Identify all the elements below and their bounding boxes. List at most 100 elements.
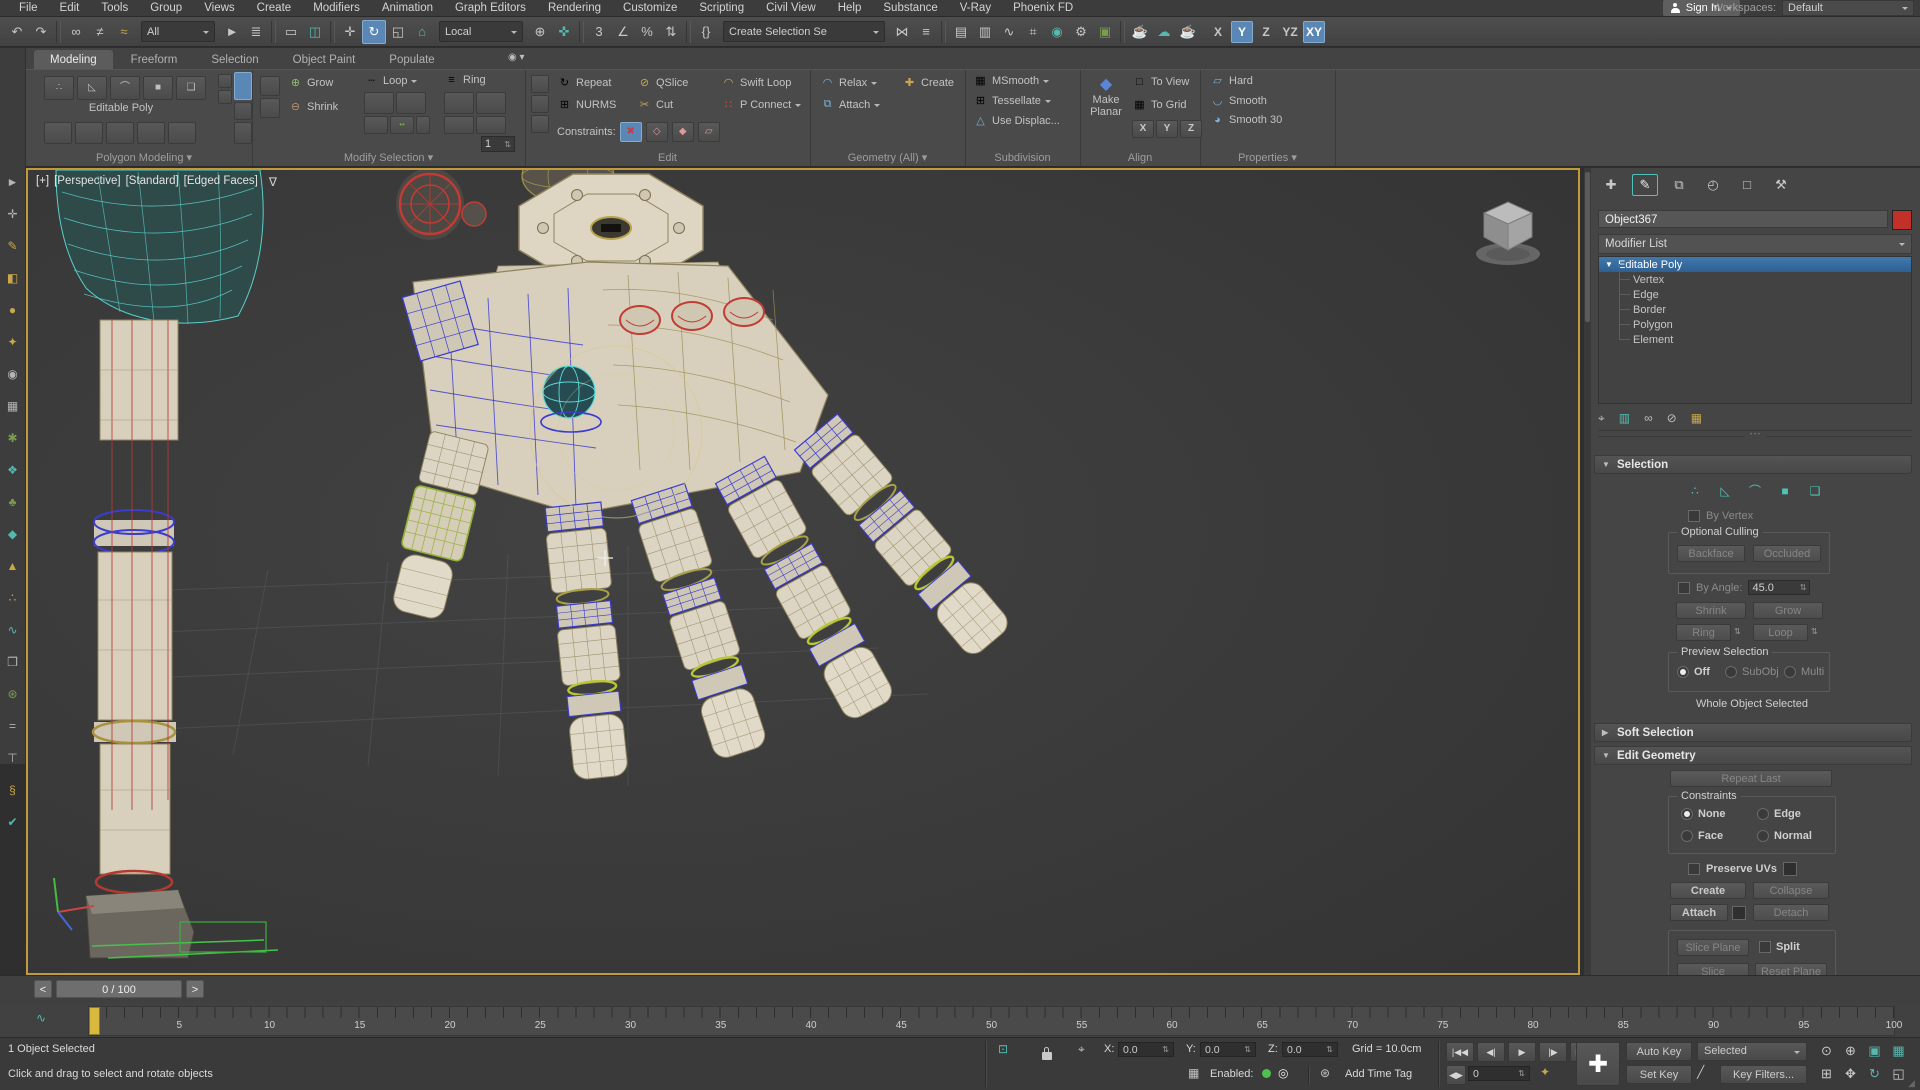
menu-item-customize[interactable]: Customize xyxy=(612,1,688,15)
show-end-result-icon[interactable]: ▥ xyxy=(1619,411,1630,425)
motion-tab-icon[interactable]: ◴ xyxy=(1700,174,1726,196)
panel-label[interactable]: Geometry (All) ▾ xyxy=(810,151,965,164)
star-tool-icon[interactable]: ✱ xyxy=(3,428,23,448)
pan-icon[interactable]: ✥ xyxy=(1839,1064,1862,1083)
smooth-button[interactable]: ◡ Smooth xyxy=(1210,94,1267,107)
select-by-name-icon[interactable]: ≣ xyxy=(244,20,268,44)
zoom-icon[interactable]: ⊙ xyxy=(1815,1041,1838,1060)
droplet-tool-icon[interactable]: ◆ xyxy=(3,524,23,544)
repeat-button[interactable]: ↻ Repeat xyxy=(557,76,611,89)
named-selection-dropdown[interactable]: Create Selection Se xyxy=(723,21,885,42)
previous-frame-button[interactable]: < xyxy=(34,980,52,998)
stack-item-edge[interactable]: Edge xyxy=(1599,287,1911,302)
light-tool-icon[interactable]: ✦ xyxy=(3,332,23,352)
align-y-button[interactable]: Y xyxy=(1156,120,1178,138)
collapse-button[interactable]: Collapse xyxy=(1753,882,1829,899)
object-name-field[interactable]: Object367 xyxy=(1598,210,1888,228)
isolate-stack-button[interactable] xyxy=(234,122,252,144)
cut-button[interactable]: ✂ Cut xyxy=(637,98,673,111)
modifier-list-dropdown[interactable]: Modifier List xyxy=(1598,234,1912,254)
vertex-subobject-icon[interactable]: ∴ xyxy=(1684,482,1706,500)
element-subobject-icon[interactable]: ❑ xyxy=(1804,482,1826,500)
viewport-pov-menu[interactable]: [Perspective] xyxy=(54,175,120,189)
hard-button[interactable]: ▱ Hard xyxy=(1210,74,1253,87)
viewport-display-menu[interactable]: [Edged Faces] xyxy=(184,175,258,189)
hierarchy-tab-icon[interactable]: ⧉ xyxy=(1666,174,1692,196)
loop-mode-button[interactable] xyxy=(364,116,388,134)
move-tool-icon[interactable]: ✛ xyxy=(3,204,23,224)
menu-item-create[interactable]: Create xyxy=(246,1,303,15)
attach-button[interactable]: Attach xyxy=(1670,904,1728,921)
constraint-edge-radio[interactable] xyxy=(1757,808,1769,820)
undo-icon[interactable]: ↶ xyxy=(5,20,29,44)
rollout-divider[interactable] xyxy=(1598,436,1912,443)
menu-item-help[interactable]: Help xyxy=(827,1,873,15)
default-tangent-icon[interactable]: ╱ xyxy=(1697,1065,1704,1079)
rollout-selection[interactable]: ▼ Selection xyxy=(1594,455,1912,474)
add-time-tag[interactable]: Add Time Tag xyxy=(1345,1068,1412,1080)
restrict-xy-button[interactable]: XY xyxy=(1303,21,1325,43)
align-x-button[interactable]: X xyxy=(1132,120,1154,138)
constraint-none-radio[interactable] xyxy=(1681,808,1693,820)
restrict-z-button[interactable]: Z xyxy=(1255,21,1277,43)
menu-item-v-ray[interactable]: V-Ray xyxy=(949,1,1002,15)
smooth-30-button[interactable]: ◕ Smooth 30 xyxy=(1210,114,1282,126)
swift-loop-button[interactable]: ◠ Swift Loop xyxy=(721,76,791,89)
current-frame-field[interactable]: 0 ⇅ xyxy=(1468,1066,1530,1081)
auto-key-button[interactable]: Auto Key xyxy=(1626,1042,1692,1061)
polygon-subobject-icon[interactable]: ■ xyxy=(1774,482,1796,500)
dot-loop-button[interactable]: •• xyxy=(390,116,414,134)
msmooth-button[interactable]: ▦ MSmooth xyxy=(973,74,1049,87)
spiral-tool-icon[interactable]: § xyxy=(3,780,23,800)
curve-editor-icon[interactable]: ∿ xyxy=(997,20,1021,44)
ring-group-label[interactable]: ≡ Ring xyxy=(444,74,486,86)
menu-item-graph-editors[interactable]: Graph Editors xyxy=(444,1,537,15)
ring-mode-a-button[interactable] xyxy=(444,116,474,134)
coordinate-system-dropdown[interactable]: Local xyxy=(439,21,523,42)
object-color-swatch[interactable] xyxy=(1892,210,1912,230)
paint-tool-icon[interactable]: ✎ xyxy=(3,236,23,256)
show-end-result-button[interactable] xyxy=(75,122,103,144)
bone-tool-icon[interactable]: = xyxy=(3,716,23,736)
spinner-arrows-icon[interactable]: ⇅ xyxy=(504,140,511,149)
isolate-selection-icon[interactable]: ⊡ xyxy=(998,1042,1008,1056)
panel-label[interactable]: Polygon Modeling ▾ xyxy=(36,151,252,164)
menu-item-file[interactable]: File xyxy=(8,1,49,15)
material-editor-icon[interactable]: ◉ xyxy=(1045,20,1069,44)
time-slider[interactable]: 0 / 100 xyxy=(56,980,182,998)
camera-tool-icon[interactable]: ◉ xyxy=(3,364,23,384)
panel-label[interactable]: Subdivision xyxy=(965,152,1080,164)
tab-populate[interactable]: Populate xyxy=(373,50,450,69)
attach-button[interactable]: ⧉ Attach xyxy=(820,98,880,111)
schematic-view-icon[interactable]: ⌗ xyxy=(1021,20,1045,44)
zoom-extents-icon[interactable]: ▣ xyxy=(1863,1041,1886,1060)
panel-label[interactable]: Modify Selection ▾ xyxy=(252,151,525,164)
zoom-region-icon[interactable]: ⊞ xyxy=(1815,1064,1838,1083)
key-mode-icon[interactable]: ✦ xyxy=(1540,1065,1550,1079)
mini-toggle-a[interactable] xyxy=(218,74,232,88)
menu-item-phoenix-fd[interactable]: Phoenix FD xyxy=(1002,1,1084,15)
viewport-shading-menu[interactable]: [Standard] xyxy=(126,175,179,189)
preview-off-radio[interactable] xyxy=(1677,666,1689,678)
edit-mini-b[interactable] xyxy=(531,95,549,113)
redo-icon[interactable]: ↷ xyxy=(29,20,53,44)
text-tool-icon[interactable]: ⊤ xyxy=(3,748,23,768)
sphere-tool-icon[interactable]: ● xyxy=(3,300,23,320)
next-modifier-button[interactable] xyxy=(168,122,196,144)
use-soft-select-toggle[interactable] xyxy=(260,76,280,96)
p-connect-button[interactable]: ∷ P Connect xyxy=(721,98,801,111)
selection-lock-icon[interactable] xyxy=(1042,1052,1052,1060)
bind-to-space-warp-icon[interactable]: ≈ xyxy=(112,20,136,44)
next-frame-icon[interactable]: |▶ xyxy=(1539,1042,1567,1062)
loop-group-label[interactable]: ┄ Loop xyxy=(364,74,417,87)
make-unique-icon[interactable]: ∞ xyxy=(1644,411,1653,425)
constraint-face-radio[interactable] xyxy=(1681,830,1693,842)
loop-button[interactable]: Loop xyxy=(1753,624,1808,641)
set-key-button[interactable]: Set Key xyxy=(1626,1065,1692,1084)
stack-item-vertex[interactable]: Vertex xyxy=(1599,272,1911,287)
modify-mode-toggle[interactable] xyxy=(234,72,252,100)
make-planar-button[interactable]: ◆ Make Planar xyxy=(1086,74,1126,118)
edge-subobject-icon[interactable]: ◺ xyxy=(1714,482,1736,500)
backface-button[interactable]: Backface xyxy=(1677,545,1745,562)
align-icon[interactable]: ≡ xyxy=(914,20,938,44)
